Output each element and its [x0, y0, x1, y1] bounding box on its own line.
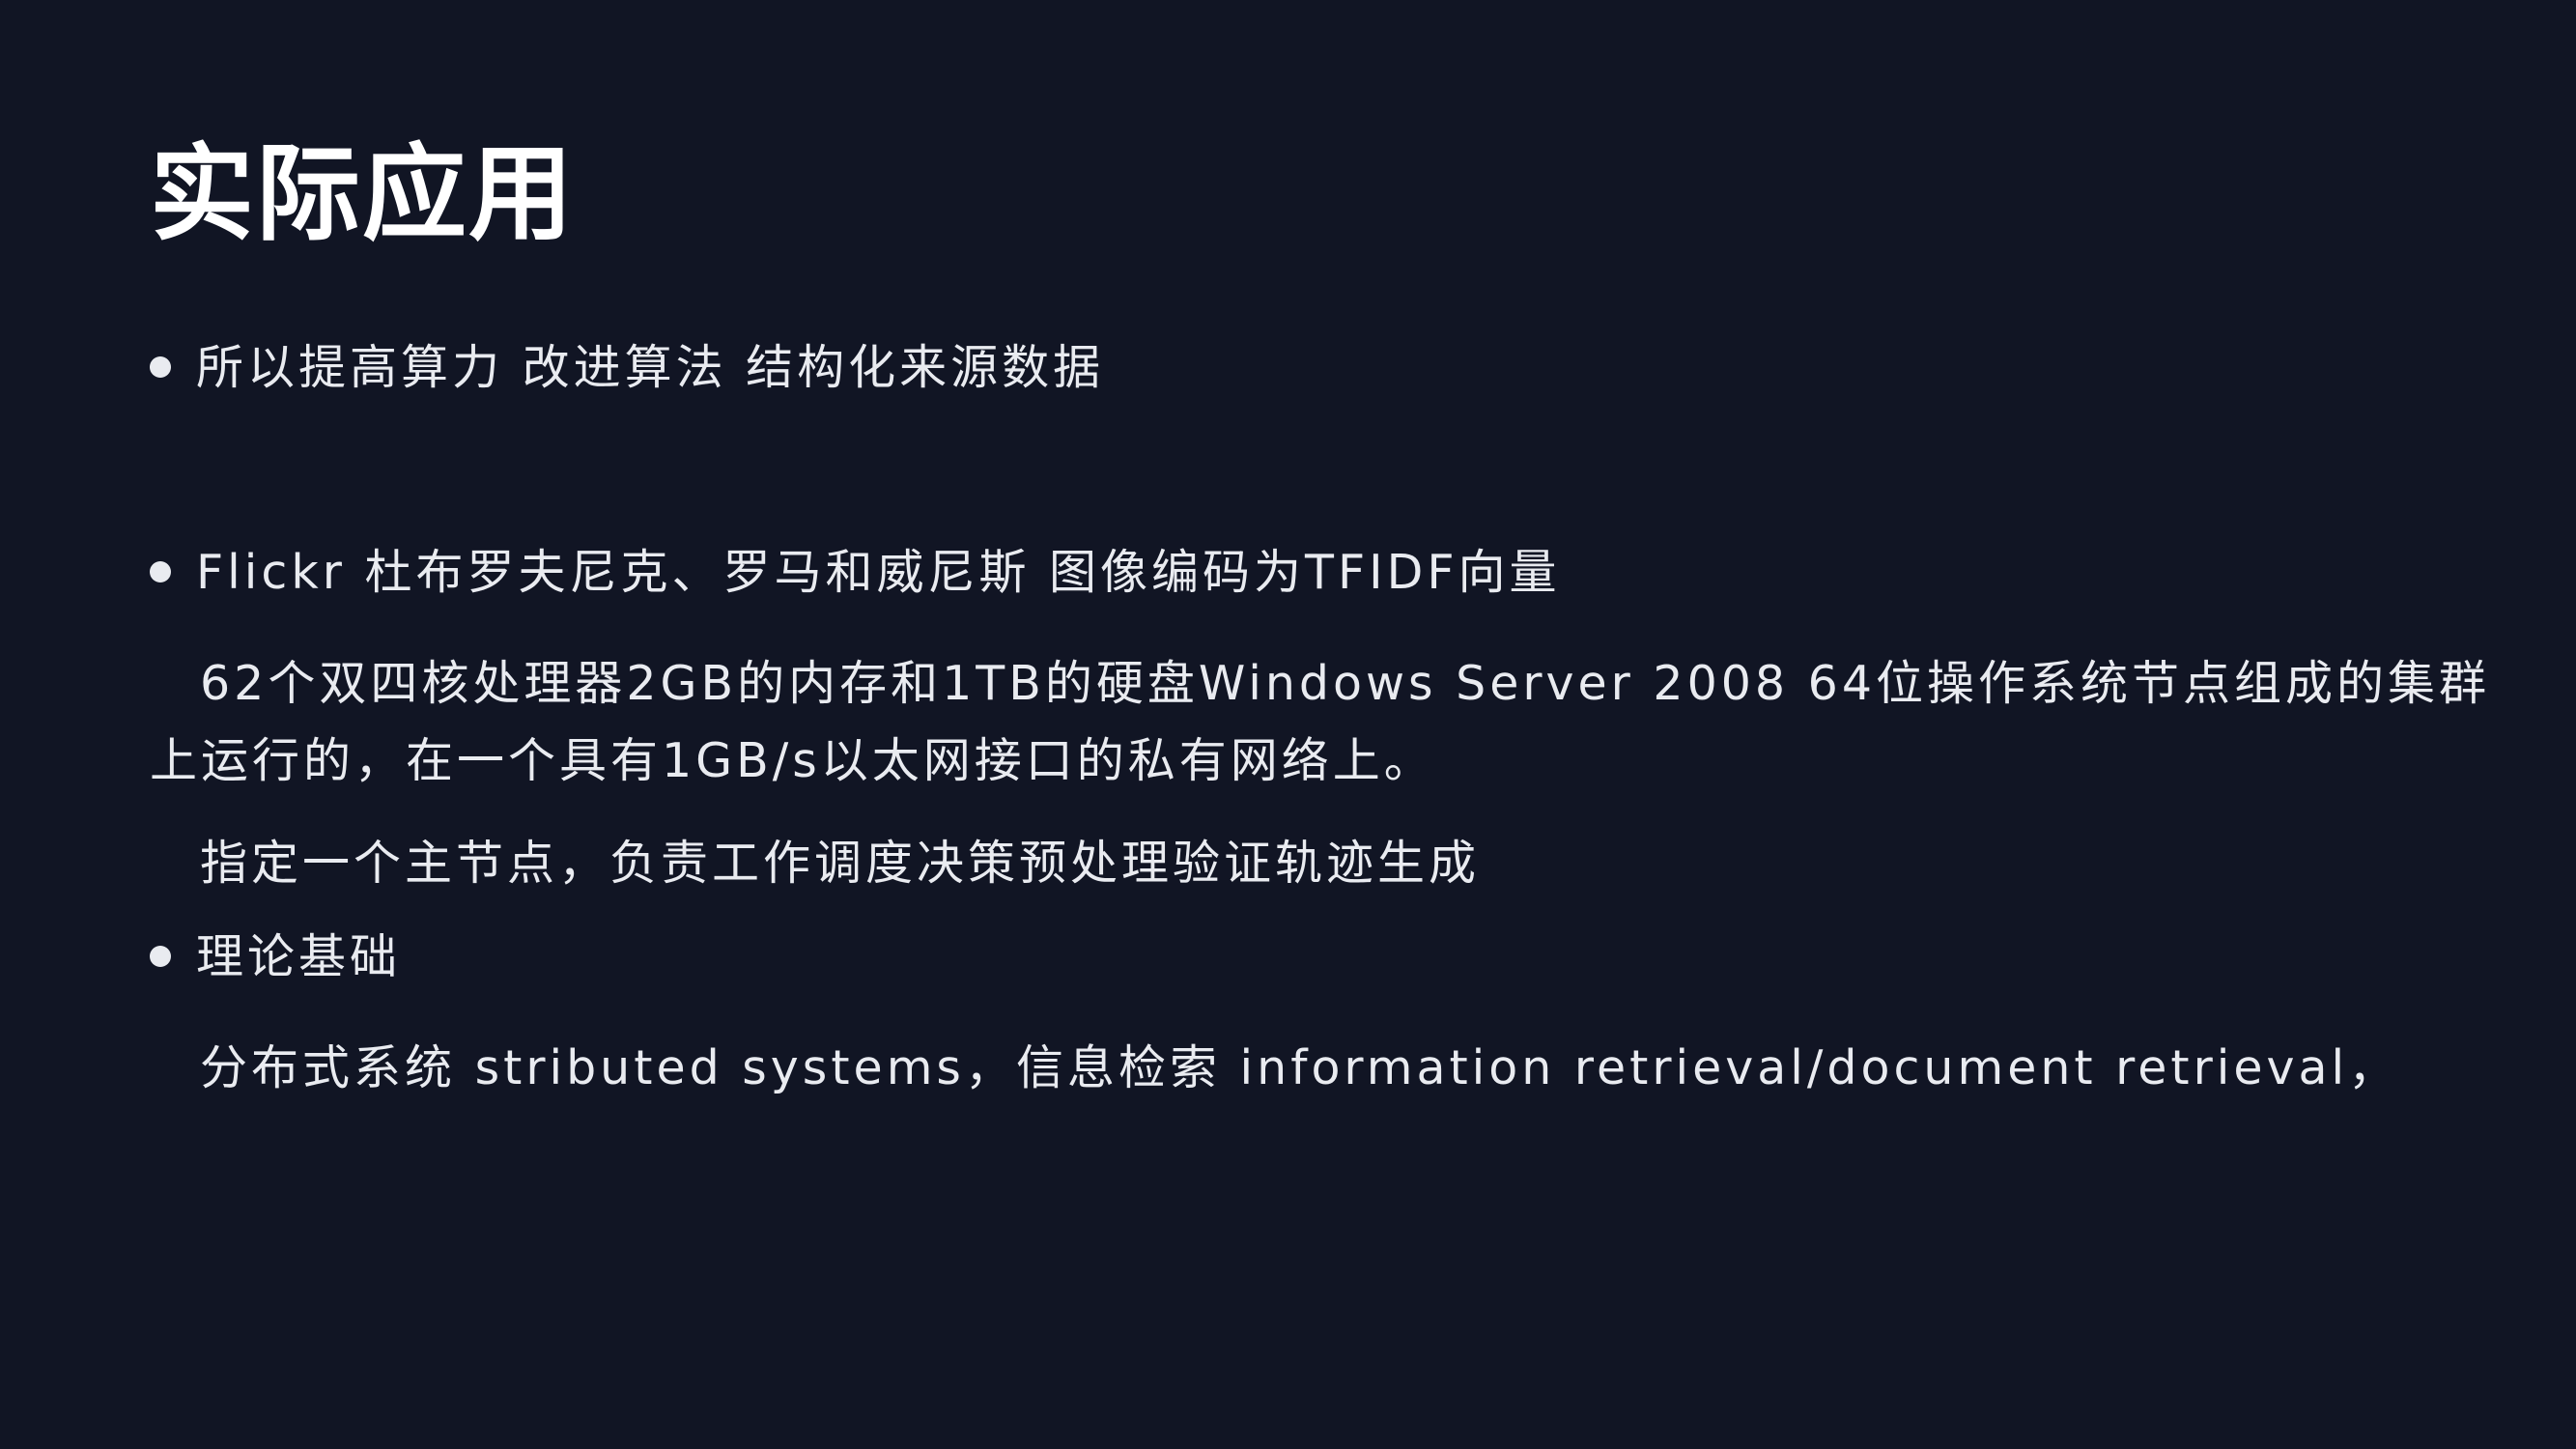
master-node-paragraph: 指定一个主节点，负责工作调度决策预处理验证轨迹生成 — [200, 836, 1481, 891]
bullet-item-compute: 所以提高算力 改进算法 结构化来源数据 — [150, 328, 1104, 406]
bullet-text: Flickr 杜布罗夫尼克、罗马和威尼斯 图像编码为TFIDF向量 — [196, 544, 1561, 600]
cluster-paragraph-line-2: 上运行的，在一个具有1GB/s以太网接口的私有网络上。 — [150, 733, 1435, 788]
bullet-item-theory: 理论基础 — [150, 918, 401, 995]
bullet-icon — [150, 946, 171, 967]
slide: 实际应用 所以提高算力 改进算法 结构化来源数据 Flickr 杜布罗夫尼克、罗… — [0, 0, 2576, 1449]
theory-detail-paragraph: 分布式系统 stributed systems，信息检索 information… — [200, 1040, 2400, 1095]
bullet-text: 所以提高算力 改进算法 结构化来源数据 — [196, 339, 1105, 395]
bullet-icon — [150, 356, 171, 378]
cluster-paragraph-line-1: 62个双四核处理器2GB的内存和1TB的硬盘Windows Server 200… — [200, 656, 2491, 711]
bullet-text: 理论基础 — [196, 928, 402, 984]
bullet-item-flickr: Flickr 杜布罗夫尼克、罗马和威尼斯 图像编码为TFIDF向量 — [150, 533, 1561, 611]
bullet-icon — [150, 561, 171, 582]
slide-title: 实际应用 — [150, 134, 576, 255]
